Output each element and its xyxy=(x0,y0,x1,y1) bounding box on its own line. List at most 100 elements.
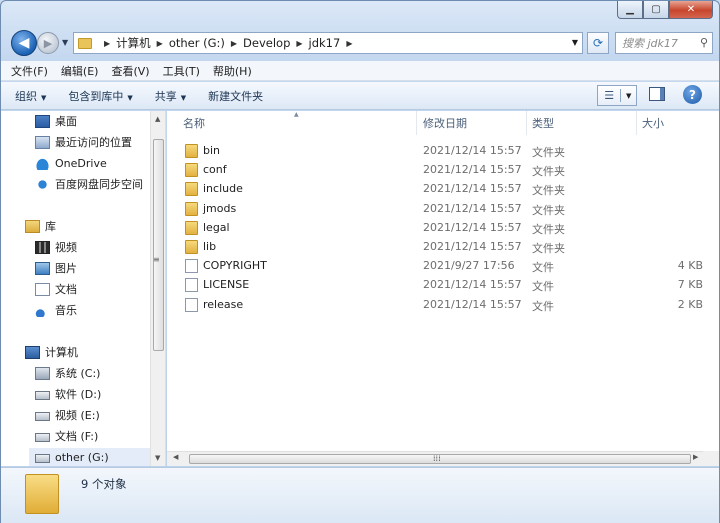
include-in-library-button[interactable]: 包含到库中 ▼ xyxy=(68,88,132,104)
file-date: 2021/12/14 15:57 xyxy=(423,278,522,292)
nav-documents[interactable]: 文档 xyxy=(35,280,77,298)
breadcrumb-chevron-icon[interactable]: ▶ xyxy=(296,39,302,48)
breadcrumb-computer[interactable]: 计算机 xyxy=(116,35,151,51)
breadcrumb-chevron-icon[interactable]: ▶ xyxy=(346,39,352,48)
caret-down-icon: ▼ xyxy=(180,93,187,102)
nav-label: 百度网盘同步空间 xyxy=(55,178,143,191)
scrollbar-thumb[interactable] xyxy=(153,139,164,351)
recent-pages-dropdown[interactable]: ▼ xyxy=(62,38,68,47)
item-count: 9 个对象 xyxy=(81,477,127,491)
nav-libraries[interactable]: 库 xyxy=(25,217,56,235)
picture-library-icon xyxy=(35,261,50,275)
search-input[interactable]: 搜索 jdk17 ⚲ xyxy=(615,32,713,54)
nav-drive-c[interactable]: 系统 (C:) xyxy=(35,364,100,382)
system-drive-icon xyxy=(35,366,50,380)
close-button[interactable]: ✕ xyxy=(669,1,713,19)
breadcrumb-jdk17[interactable]: jdk17 xyxy=(309,36,341,50)
menu-tools[interactable]: 工具(T) xyxy=(163,63,200,79)
music-library-icon xyxy=(35,303,50,317)
nav-label: 桌面 xyxy=(55,115,77,128)
breadcrumb-drive[interactable]: other (G:) xyxy=(169,36,225,50)
organize-button[interactable]: 组织 ▼ xyxy=(15,88,46,104)
address-bar[interactable]: ▶ 计算机 ▶ other (G:) ▶ Develop ▶ jdk17 ▶ ▼ xyxy=(73,32,583,54)
navigation-pane: 桌面 最近访问的位置 OneDrive 百度网盘同步空间 库 视频 图片 文档 … xyxy=(1,111,166,466)
breadcrumb-chevron-icon[interactable]: ▶ xyxy=(231,39,237,48)
change-view-button[interactable]: ☰ ▼ xyxy=(597,85,637,106)
breadcrumb-chevron-icon[interactable]: ▶ xyxy=(104,39,110,48)
nav-drive-f[interactable]: 文档 (F:) xyxy=(35,427,98,445)
drive-icon xyxy=(35,412,50,421)
nav-drive-g[interactable]: other (G:) xyxy=(29,448,150,466)
table-row[interactable]: jmods 2021/12/14 15:57 文件夹 xyxy=(167,199,719,218)
file-date: 2021/12/14 15:57 xyxy=(423,163,522,177)
column-header-size[interactable]: 大小 xyxy=(642,111,664,135)
nav-videos[interactable]: 视频 xyxy=(35,238,77,256)
nav-label: other (G:) xyxy=(55,450,109,464)
column-divider[interactable] xyxy=(526,111,527,135)
table-row[interactable]: lib 2021/12/14 15:57 文件夹 xyxy=(167,237,719,256)
new-folder-button[interactable]: 新建文件夹 xyxy=(208,88,263,104)
share-button[interactable]: 共享 ▼ xyxy=(155,88,186,104)
column-divider[interactable] xyxy=(636,111,637,135)
column-header-type[interactable]: 类型 xyxy=(532,111,554,135)
computer-icon xyxy=(25,345,40,359)
nav-computer[interactable]: 计算机 xyxy=(25,343,78,361)
nav-desktop[interactable]: 桌面 xyxy=(35,112,77,130)
table-row[interactable]: LICENSE 2021/12/14 15:57 文件 7 KB xyxy=(167,275,719,294)
table-row[interactable]: bin 2021/12/14 15:57 文件夹 xyxy=(167,141,719,160)
nav-drive-d[interactable]: 软件 (D:) xyxy=(35,385,101,403)
document-library-icon xyxy=(35,282,50,296)
menu-help[interactable]: 帮助(H) xyxy=(213,63,252,79)
scroll-up-arrow-icon[interactable]: ▲ xyxy=(155,115,160,123)
menu-edit[interactable]: 编辑(E) xyxy=(61,63,99,79)
table-row[interactable]: COPYRIGHT 2021/9/27 17:56 文件 4 KB xyxy=(167,256,719,275)
column-label: 大小 xyxy=(642,117,664,130)
nav-pane-scrollbar[interactable]: ▲ ≡ ▼ xyxy=(150,111,165,466)
scrollbar-corner xyxy=(703,451,719,466)
nav-baidu-netdisk[interactable]: 百度网盘同步空间 xyxy=(35,175,143,193)
table-row[interactable]: legal 2021/12/14 15:57 文件夹 xyxy=(167,218,719,237)
table-row[interactable]: release 2021/12/14 15:57 文件 2 KB xyxy=(167,295,719,314)
nav-recent-places[interactable]: 最近访问的位置 xyxy=(35,133,132,151)
nav-drive-e[interactable]: 视频 (E:) xyxy=(35,406,100,424)
video-library-icon xyxy=(35,240,50,254)
view-options-dropdown-icon[interactable]: ▼ xyxy=(621,92,636,100)
desktop-icon xyxy=(35,114,50,128)
preview-pane-button[interactable] xyxy=(649,87,665,101)
file-type: 文件 xyxy=(532,280,554,294)
file-name: legal xyxy=(203,220,230,234)
library-icon xyxy=(25,219,40,233)
help-button[interactable]: ? xyxy=(683,85,702,104)
nav-pictures[interactable]: 图片 xyxy=(35,259,77,277)
scroll-down-arrow-icon[interactable]: ▼ xyxy=(155,454,160,462)
nav-music[interactable]: 音乐 xyxy=(35,301,77,319)
table-row[interactable]: conf 2021/12/14 15:57 文件夹 xyxy=(167,160,719,179)
breadcrumb-chevron-icon[interactable]: ▶ xyxy=(157,39,163,48)
close-icon: ✕ xyxy=(686,4,696,15)
file-list-horizontal-scrollbar[interactable]: ◀ ⁞⁞⁞ ▶ xyxy=(167,451,703,466)
column-header-date[interactable]: 修改日期 xyxy=(423,111,467,135)
folder-icon xyxy=(25,474,59,514)
forward-button[interactable]: ▶ xyxy=(37,32,59,54)
table-row[interactable]: include 2021/12/14 15:57 文件夹 xyxy=(167,179,719,198)
scrollbar-grip-icon: ⁞⁞⁞ xyxy=(433,454,441,463)
breadcrumb-develop[interactable]: Develop xyxy=(243,36,290,50)
file-name: LICENSE xyxy=(203,278,250,292)
menu-view[interactable]: 查看(V) xyxy=(111,63,149,79)
refresh-button[interactable]: ⟳ xyxy=(587,32,609,54)
maximize-button[interactable]: ▢ xyxy=(643,1,669,19)
nav-onedrive[interactable]: OneDrive xyxy=(35,154,107,172)
menu-file[interactable]: 文件(F) xyxy=(11,63,48,79)
address-dropdown-icon[interactable]: ▼ xyxy=(572,38,578,47)
minimize-button[interactable]: ▁ xyxy=(617,1,643,19)
file-date: 2021/12/14 15:57 xyxy=(423,144,522,157)
column-divider[interactable] xyxy=(416,111,417,135)
menu-bar: 文件(F) 编辑(E) 查看(V) 工具(T) 帮助(H) xyxy=(1,61,719,81)
file-date: 2021/12/14 15:57 xyxy=(423,201,522,215)
column-header-name[interactable]: 名称 xyxy=(183,111,205,135)
nav-label: 文档 (F:) xyxy=(55,430,99,443)
file-date: 2021/12/14 15:57 xyxy=(423,240,522,253)
scroll-right-arrow-icon[interactable]: ▶ xyxy=(693,453,698,461)
back-button[interactable]: ◀ xyxy=(11,30,37,56)
scroll-left-arrow-icon[interactable]: ◀ xyxy=(173,453,178,461)
